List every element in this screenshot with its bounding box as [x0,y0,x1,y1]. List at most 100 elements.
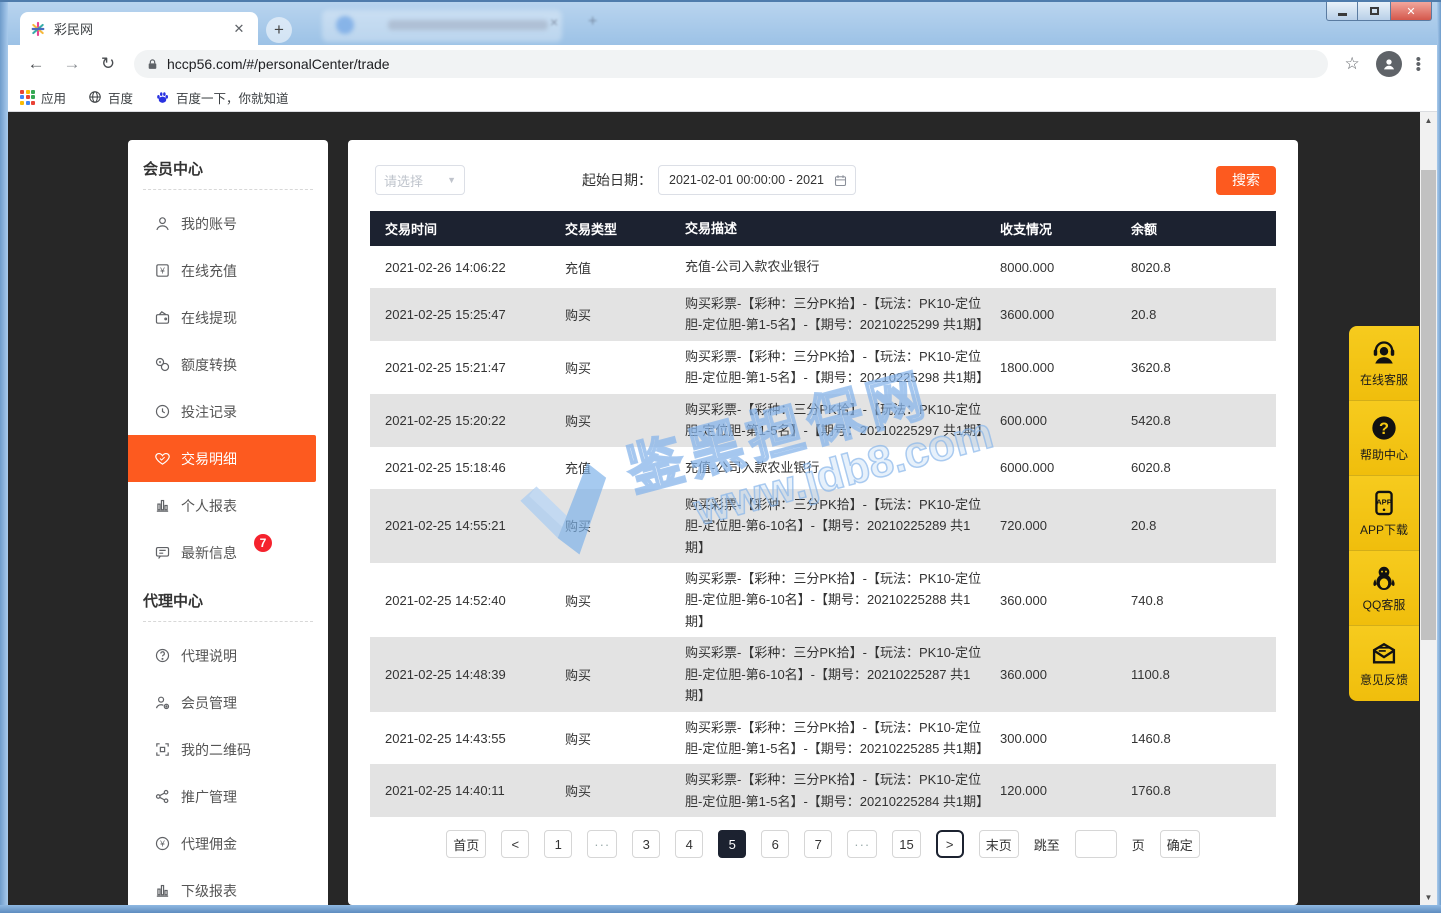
maximize-button[interactable] [1358,2,1390,21]
maximize-icon [1370,7,1379,15]
header-amount: 收支情况 [1000,219,1131,238]
page-button[interactable]: 4 [675,830,703,858]
cell-desc: 充值-公司入款农业银行 [685,256,1000,277]
question-circle-icon [153,647,171,664]
sidebar-item-my-qrcode[interactable]: 我的二维码 [128,726,328,773]
sidebar-item-convert[interactable]: 额度转换 [128,341,328,388]
browser-tab[interactable]: 彩民网 ✕ [20,12,258,45]
sidebar-item-latest-news[interactable]: 最新信息 7 [128,529,328,576]
table-row: 2021-02-25 15:21:47 购买 购买彩票-【彩种：三分PK拾】-【… [370,341,1276,394]
table-row: 2021-02-25 15:20:22 购买 购买彩票-【彩种：三分PK拾】-【… [370,394,1276,447]
reload-icon[interactable]: ↻ [94,50,122,78]
forward-icon[interactable]: → [58,50,86,78]
search-button[interactable]: 搜索 [1216,166,1276,195]
cell-time: 2021-02-26 14:06:22 [370,260,565,275]
page-button-active[interactable]: 5 [718,830,746,858]
cell-desc: 购买彩票-【彩种：三分PK拾】-【玩法：PK10-定位胆-定位胆-第6-10名】… [685,494,1000,558]
page-last-button[interactable]: 末页 [979,830,1019,858]
sidebar-item-my-account[interactable]: 我的账号 [128,200,328,247]
scroll-down-icon[interactable]: ▼ [1420,889,1437,905]
jump-page-input[interactable] [1075,830,1117,858]
sidebar-item-trade-detail[interactable]: 交易明细 [128,435,316,482]
type-select[interactable]: 请选择 ▼ [375,165,465,195]
sidebar-item-recharge[interactable]: ¥ 在线充值 [128,247,328,294]
table-row: 2021-02-25 14:40:11 购买 购买彩票-【彩种：三分PK拾】-【… [370,764,1276,817]
new-tab-button[interactable]: + [266,17,292,43]
date-range-input[interactable] [658,165,856,195]
profile-avatar[interactable] [1376,51,1402,77]
bookmark-baidu[interactable]: 百度 [88,88,133,107]
page-first-button[interactable]: 首页 [446,830,486,858]
jump-confirm-button[interactable]: 确定 [1160,830,1200,858]
bookmark-apps[interactable]: 应用 [20,88,66,107]
cell-desc: 充值-公司入款农业银行 [685,457,1000,478]
svg-text:?: ? [1379,419,1389,437]
page-button[interactable]: 7 [804,830,832,858]
trade-table: 交易时间 交易类型 交易描述 收支情况 余额 2021-02-26 14:06:… [370,211,1276,817]
sidebar-item-commission[interactable]: ¥ 代理佣金 [128,820,328,867]
sidebar-item-label: 在线充值 [181,261,237,281]
sidebar-item-personal-report[interactable]: 个人报表 [128,482,328,529]
sidebar-section-title: 代理中心 [128,576,328,621]
cell-amount: 600.000 [1000,413,1131,428]
globe-icon [88,90,102,104]
table-header: 交易时间 交易类型 交易描述 收支情况 余额 [370,211,1276,246]
cell-time: 2021-02-25 14:55:21 [370,518,565,533]
page-ellipsis[interactable]: ··· [847,830,877,858]
cell-balance: 3620.8 [1131,360,1276,375]
filter-controls: 请选择 ▼ 起始日期： 搜索 [375,165,1276,195]
help-center-button[interactable]: ? 帮助中心 [1349,401,1419,476]
cell-time: 2021-02-25 14:52:40 [370,593,565,608]
sidebar-item-withdraw[interactable]: 在线提现 [128,294,328,341]
page-button[interactable]: 1 [544,830,572,858]
wallet-icon [153,309,171,326]
window-bottom-border [0,905,1441,913]
svg-text:¥: ¥ [159,266,165,276]
table-row: 2021-02-25 15:18:46 充值 充值-公司入款农业银行 6000.… [370,447,1276,489]
menu-kebab-icon[interactable]: ••• [1416,57,1421,72]
page-button[interactable]: 3 [632,830,660,858]
bookmark-star-icon[interactable]: ☆ [1344,54,1359,74]
vertical-scrollbar[interactable]: ▲ ▼ [1420,112,1437,905]
feedback-button[interactable]: 意见反馈 [1349,626,1419,701]
tab-close-icon[interactable]: ✕ [230,20,248,38]
sidebar-item-bet-records[interactable]: 投注记录 [128,388,328,435]
cell-amount: 360.000 [1000,667,1131,682]
title-bar: × + 彩民网 ✕ + ✕ [0,0,1441,45]
cell-time: 2021-02-25 15:21:47 [370,360,565,375]
page-button[interactable]: 15 [892,830,920,858]
close-button[interactable]: ✕ [1390,2,1432,21]
page-prev-button[interactable]: < [501,830,529,858]
cell-balance: 1100.8 [1131,667,1276,682]
cell-time: 2021-02-25 14:43:55 [370,731,565,746]
sidebar-item-label: 代理说明 [181,646,237,666]
user-icon [153,215,171,232]
divider [143,621,313,622]
sidebar-item-label: 投注记录 [181,402,237,422]
sidebar-item-agent-info[interactable]: 代理说明 [128,632,328,679]
page-button[interactable]: 6 [761,830,789,858]
page-ellipsis[interactable]: ··· [587,830,617,858]
sidebar-item-promotion[interactable]: 推广管理 [128,773,328,820]
qq-service-button[interactable]: QQ客服 [1349,551,1419,626]
favicon-star-icon [30,21,46,37]
page-next-button[interactable]: > [936,830,964,858]
date-picker [658,165,856,195]
url-bar[interactable]: hccp56.com/#/personalCenter/trade [134,50,1328,78]
sidebar-item-label: 我的账号 [181,214,237,234]
bookmark-baidu-search[interactable]: 百度一下，你就知道 [155,88,289,107]
scroll-up-icon[interactable]: ▲ [1420,112,1437,128]
select-placeholder: 请选择 [384,171,447,190]
app-download-button[interactable]: APP APP下载 [1349,476,1419,551]
sidebar-item-sub-report[interactable]: 下级报表 [128,867,328,905]
online-service-button[interactable]: 在线客服 [1349,326,1419,401]
cell-balance: 740.8 [1131,593,1276,608]
url-text: hccp56.com/#/personalCenter/trade [167,56,390,72]
cell-type: 充值 [565,458,685,477]
minimize-button[interactable] [1326,2,1358,21]
headset-agent-icon [1369,339,1399,367]
scrollbar-thumb[interactable] [1421,170,1436,640]
page-content: 会员中心 我的账号 ¥ 在线充值 在线提现 额度转换 投注记录 [8,112,1437,905]
back-icon[interactable]: ← [22,50,50,78]
sidebar-item-member-manage[interactable]: 会员管理 [128,679,328,726]
